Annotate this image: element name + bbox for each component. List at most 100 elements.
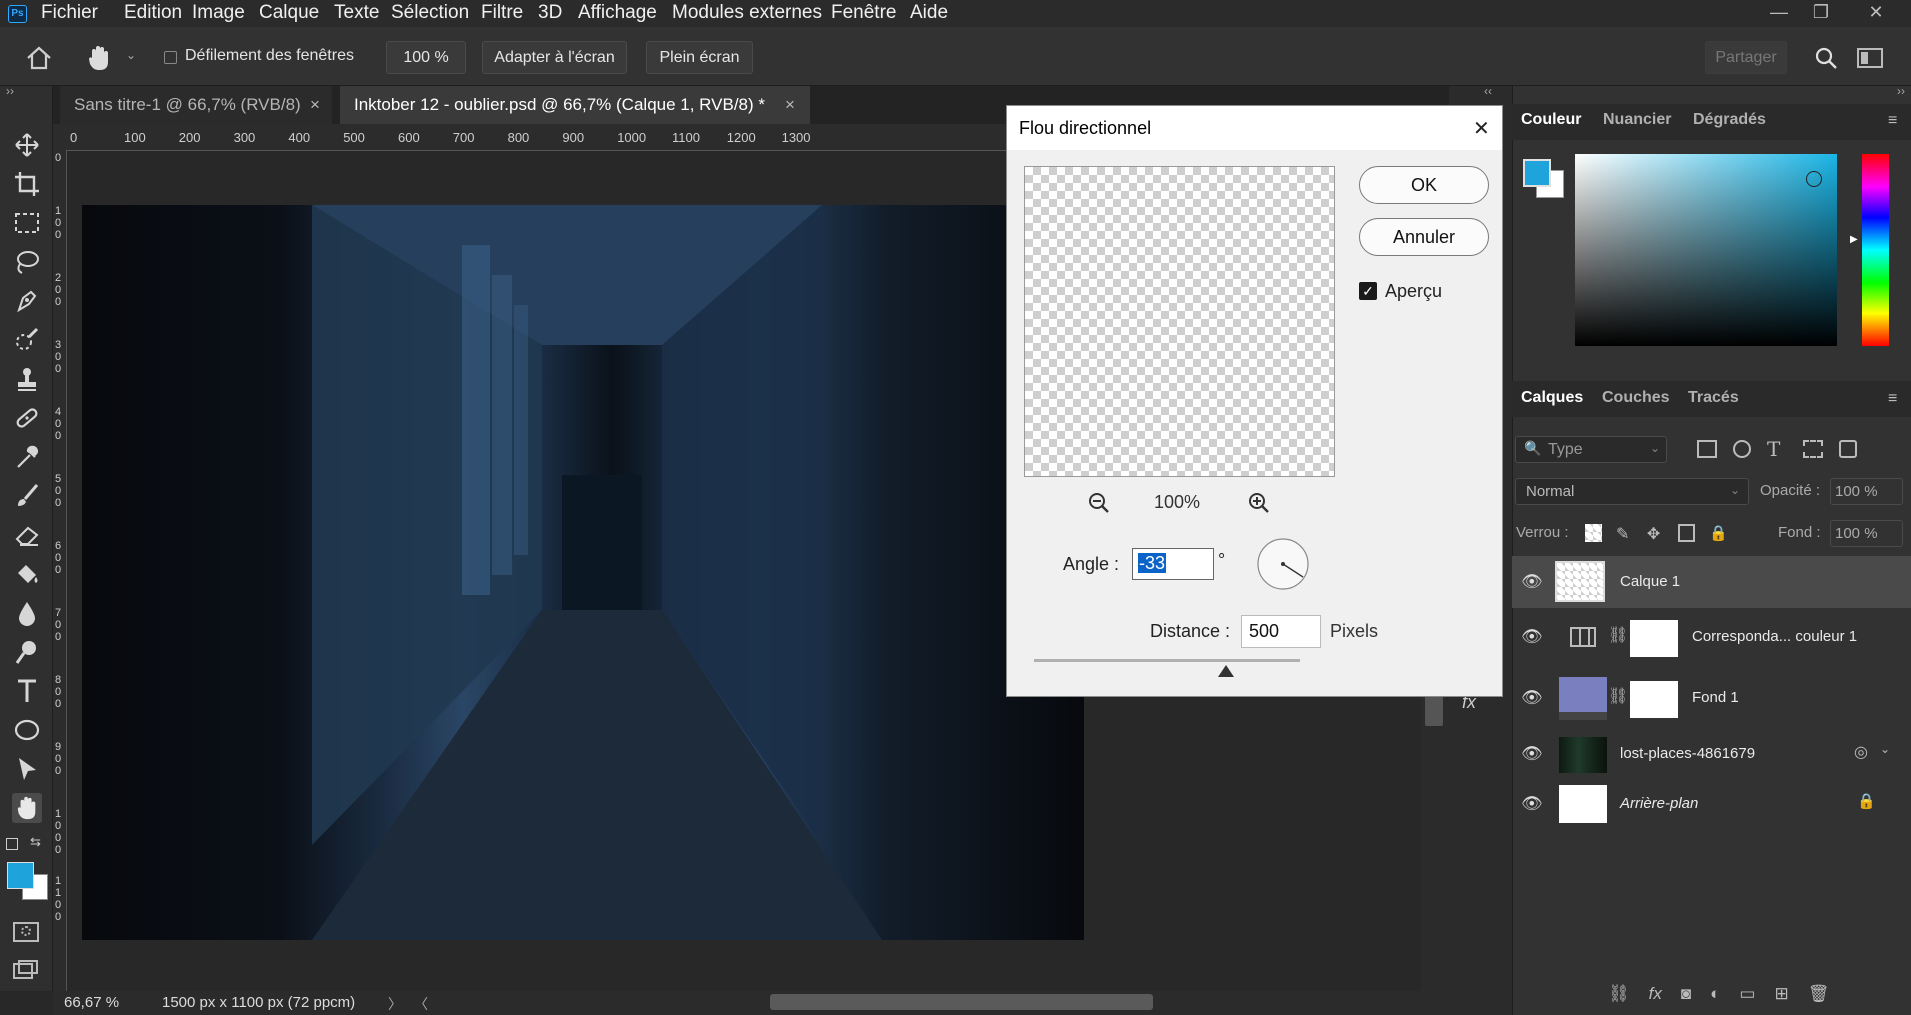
document-image[interactable] [82, 205, 1084, 940]
healing-brush-tool-icon[interactable] [12, 403, 42, 433]
distance-input[interactable]: 500 [1241, 615, 1321, 648]
lasso-tool-icon[interactable] [12, 247, 42, 277]
layers-panel-menu-icon[interactable]: ≡ [1888, 390, 1897, 408]
layer-mask-thumbnail[interactable] [1630, 620, 1678, 657]
lock-transparency-icon[interactable] [1585, 524, 1602, 542]
tab-couleur[interactable]: Couleur [1521, 111, 1581, 129]
tab-traces[interactable]: Tracés [1688, 389, 1739, 407]
screen-mode-icon[interactable] [13, 960, 39, 980]
visibility-eye-icon[interactable]: 👁 [1521, 794, 1543, 814]
preview-checkbox[interactable]: ✓ [1359, 282, 1377, 300]
menu-texte[interactable]: Texte [334, 2, 379, 24]
shape-filter-icon[interactable] [1803, 440, 1823, 458]
crop-tool-icon[interactable] [12, 169, 42, 199]
zoom-100-button[interactable]: 100 % [386, 41, 466, 74]
menu-modules-externes[interactable]: Modules externes [672, 2, 822, 24]
menu-affichage[interactable]: Affichage [578, 2, 657, 24]
foreground-color-chip[interactable] [1523, 159, 1551, 187]
collapse-panels-icon[interactable]: ‹‹ [1484, 84, 1492, 98]
pen-tool-icon[interactable] [12, 286, 42, 316]
new-adjustment-icon[interactable]: ◐ [1710, 984, 1720, 1006]
opacity-input[interactable]: 100 % [1830, 478, 1903, 505]
workspace-icon[interactable] [1857, 48, 1883, 68]
angle-input[interactable]: -33 [1132, 548, 1214, 580]
distance-slider-track[interactable] [1034, 659, 1300, 662]
move-tool-icon[interactable] [12, 130, 42, 160]
layer-row-correspondance-couleur[interactable]: 👁 ⛓ Correspondа... couleur 1 [1512, 611, 1911, 663]
layer-row-fond-1[interactable]: 👁 ⛓ Fond 1 [1512, 672, 1911, 724]
cancel-button[interactable]: Annuler [1359, 218, 1489, 256]
scroll-left-icon[interactable]: 〈 [414, 994, 428, 1014]
menu-filtre[interactable]: Filtre [481, 2, 523, 24]
full-screen-button[interactable]: Plein écran [646, 41, 753, 74]
link-layers-icon[interactable]: ⛓ [1608, 984, 1630, 1006]
menu-selection[interactable]: Sélection [391, 2, 469, 24]
fit-screen-button[interactable]: Adapter à l'écran [482, 41, 627, 74]
tab-nuancier[interactable]: Nuancier [1603, 111, 1671, 129]
eyedropper-tool-icon[interactable] [12, 442, 42, 472]
menu-fenetre[interactable]: Fenêtre [831, 2, 896, 24]
visibility-eye-icon[interactable]: 👁 [1521, 572, 1543, 592]
status-zoom[interactable]: 66,67 % [64, 994, 119, 1011]
type-filter-icon[interactable]: T [1767, 439, 1787, 460]
quick-mask-icon[interactable] [13, 922, 39, 942]
menu-3d[interactable]: 3D [538, 2, 562, 24]
dodge-tool-icon[interactable] [12, 637, 42, 667]
visibility-eye-icon[interactable]: 👁 [1521, 627, 1543, 647]
hue-slider-marker-icon[interactable]: ▶ [1850, 234, 1858, 245]
adjustment-filter-icon[interactable] [1733, 440, 1751, 458]
hand-tool-icon[interactable] [12, 793, 42, 823]
tab-couches[interactable]: Couches [1602, 389, 1670, 407]
dialog-close-button[interactable]: ✕ [1473, 116, 1490, 141]
link-icon[interactable]: ⛓ [1608, 686, 1628, 706]
quick-selection-tool-icon[interactable] [12, 325, 42, 355]
minimize-button[interactable]: — [1764, 2, 1794, 24]
add-mask-icon[interactable]: ◙ [1681, 984, 1691, 1006]
lock-position-icon[interactable]: ✥ [1647, 524, 1664, 543]
new-layer-icon[interactable]: ⊞ [1774, 984, 1788, 1006]
lock-all-icon[interactable]: 🔒 [1709, 524, 1728, 542]
expand-panels-icon[interactable]: ›› [1897, 84, 1905, 98]
menu-aide[interactable]: Aide [910, 2, 948, 24]
layer-name[interactable]: Correspondа... couleur 1 [1692, 628, 1857, 645]
hue-slider[interactable] [1862, 154, 1889, 346]
visibility-eye-icon[interactable]: 👁 [1521, 744, 1543, 764]
brush-tool-icon[interactable] [12, 481, 42, 511]
layer-mask-thumbnail[interactable] [1630, 681, 1678, 718]
smart-object-filter-icon[interactable] [1839, 440, 1857, 458]
tab-close-icon[interactable]: × [785, 86, 795, 124]
color-picker-marker[interactable] [1806, 171, 1822, 187]
eraser-tool-icon[interactable] [12, 520, 42, 550]
ok-button[interactable]: OK [1359, 166, 1489, 204]
vertical-scroll-thumb[interactable] [1425, 696, 1443, 726]
zoom-out-icon[interactable] [1087, 491, 1111, 515]
status-doc-info[interactable]: 1500 px x 1100 px (72 ppcm) [162, 994, 355, 1011]
type-tool-icon[interactable] [12, 676, 42, 706]
new-group-icon[interactable]: ▭ [1739, 984, 1755, 1006]
paint-bucket-tool-icon[interactable] [12, 559, 42, 589]
scroll-all-checkbox[interactable] [164, 51, 177, 64]
add-style-icon[interactable]: fx [1649, 984, 1662, 1006]
path-selection-tool-icon[interactable] [12, 754, 42, 784]
expand-toolbar-icon[interactable]: ›› [6, 84, 14, 98]
lock-artboard-icon[interactable] [1677, 524, 1695, 542]
layer-row-lost-places[interactable]: 👁 lost-places-4861679 ◎ ⌄ [1512, 728, 1911, 780]
menu-fichier[interactable]: Fichier [41, 2, 98, 24]
chevron-down-icon[interactable]: ⌄ [1880, 742, 1890, 756]
share-button[interactable]: Partager [1705, 41, 1787, 74]
tab-close-icon[interactable]: × [310, 86, 320, 124]
color-field[interactable] [1575, 154, 1837, 346]
layer-row-calque-1[interactable]: 👁 Calque 1 [1512, 556, 1911, 608]
blend-mode-select[interactable]: Normal ⌄ [1515, 478, 1749, 505]
close-window-button[interactable]: ✕ [1861, 2, 1891, 24]
marquee-tool-icon[interactable] [12, 208, 42, 238]
layer-name[interactable]: Arrière-plan [1620, 795, 1698, 812]
visibility-eye-icon[interactable]: 👁 [1521, 688, 1543, 708]
fill-input[interactable]: 100 % [1830, 520, 1903, 547]
photoshop-logo[interactable]: Ps [8, 5, 27, 23]
zoom-in-icon[interactable] [1247, 491, 1271, 515]
angle-dial[interactable] [1256, 537, 1310, 591]
layer-name[interactable]: lost-places-4861679 [1620, 745, 1755, 762]
link-icon[interactable]: ⛓ [1608, 625, 1628, 645]
smart-filter-icon[interactable]: ◎ [1854, 742, 1868, 762]
